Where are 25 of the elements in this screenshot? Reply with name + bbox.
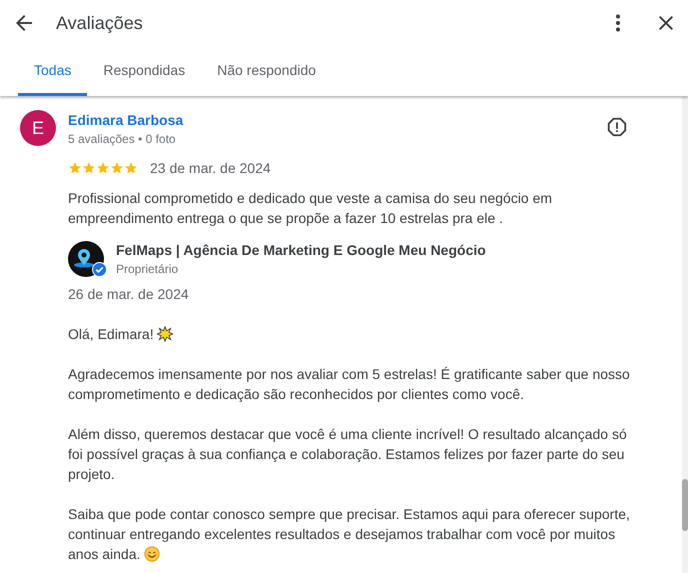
scrollbar[interactable] (682, 96, 688, 573)
sparkle-icon (157, 326, 174, 342)
owner-role: Proprietário (116, 261, 180, 278)
review-text: Profissional comprometido e dedicado que veste a camisa do seu negócio em empreendimento entrega o que se propõe a fazer 10 estrelas pra ele . (68, 189, 554, 228)
reply-paragraph: Saiba que pode contar conosco sempre que precisar. Estamos aqui para oferecer suporte, continuar entregando excelentes resultados e desejamos trabalhar com você por muitos anos ainda. (68, 505, 631, 564)
reply-paragraph: Além disso, queremos destacar que você é uma cliente incrível! O resultado alcançado só foi possível graças à sua confiança e colaboração. Estamos felizes por fazer parte do seu projeto. (68, 425, 628, 484)
avatar: E (20, 110, 56, 146)
reply-paragraph: Olá, Edimara! (68, 324, 642, 344)
reviewer-stats: 5 avaliações • 0 foto (68, 131, 177, 148)
smiling-face-icon (144, 546, 160, 562)
tab[interactable]: Todas (18, 46, 88, 96)
tab[interactable]: Não respondido (201, 46, 332, 96)
owner-name: FelMaps | Agência De Marketing E Google Meu Negócio (116, 241, 487, 260)
reply-date: 26 de mar. de 2024 (68, 285, 190, 304)
star-icon (124, 161, 138, 175)
report-icon[interactable] (606, 116, 628, 138)
star-icon (68, 161, 82, 175)
star-icon (110, 161, 124, 175)
window-title: Avaliações (56, 12, 144, 34)
reply-paragraph: Agradecemos imensamente por nos avaliar com 5 estrelas! É gratificante saber que nosso comprometimento e dedicação são reconhecidos por clientes como você. (68, 365, 631, 404)
star-icon (82, 161, 96, 175)
star-icon (96, 161, 110, 175)
tab[interactable]: Respondidas (87, 46, 202, 96)
review-date: 23 de mar. de 2024 (150, 160, 271, 176)
reviewer-name[interactable]: Edimara Barbosa (68, 110, 606, 130)
